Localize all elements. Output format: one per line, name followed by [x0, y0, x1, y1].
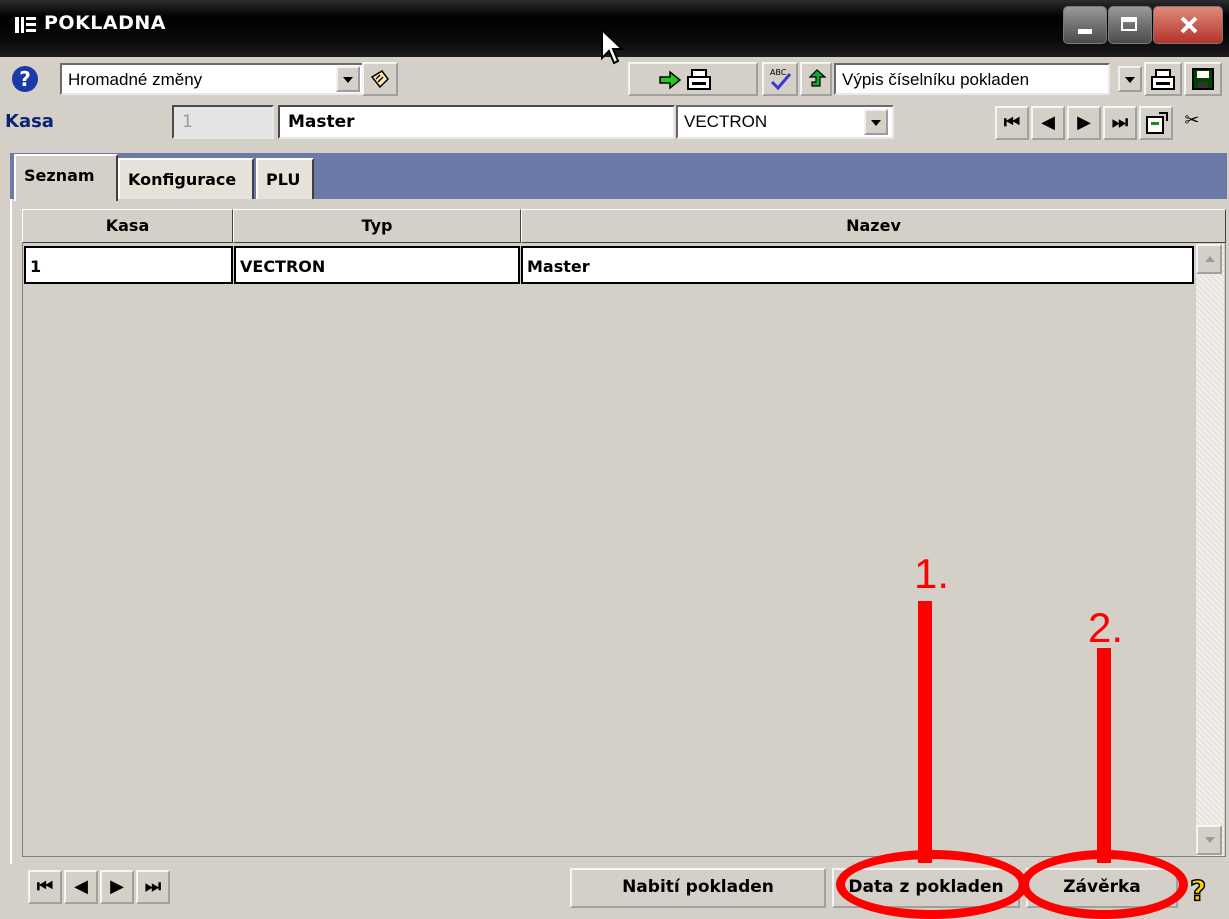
prev-record-icon: ◀: [1041, 112, 1055, 133]
bottom-nav-last-button[interactable]: ⏭: [136, 870, 170, 904]
prev-record-icon: ◀: [74, 876, 88, 897]
spellcheck-button[interactable]: ABC: [762, 62, 798, 96]
svg-text:ABC: ABC: [770, 68, 787, 77]
next-record-icon: ▶: [1077, 112, 1091, 133]
kasa-label: Kasa: [5, 111, 54, 132]
refresh-button[interactable]: [800, 62, 832, 96]
last-record-icon: ⏭: [144, 876, 162, 897]
pokladna-window: POKLADNA ? Hromadné změny ABC Výpis číse…: [0, 0, 1229, 919]
nav-last-button[interactable]: ⏭: [1103, 106, 1137, 140]
annotation-circle-data-button: [836, 850, 1028, 919]
scissors-icon: ✂: [1184, 110, 1200, 131]
printer-icon: [1151, 69, 1175, 90]
nav-next-button[interactable]: ▶: [1067, 106, 1101, 140]
tab-seznam[interactable]: Seznam: [14, 154, 118, 201]
bottom-nav-prev-button[interactable]: ◀: [64, 870, 98, 904]
edit-record-icon: [1146, 112, 1168, 134]
report-select-dropdown-icon[interactable]: [1118, 66, 1142, 92]
scroll-down-icon: [1205, 837, 1215, 843]
annotation-marker-1: 1.: [914, 550, 950, 597]
export-button[interactable]: [628, 62, 758, 96]
report-select[interactable]: Výpis číselníku pokladen: [834, 63, 1110, 95]
spellcheck-icon: ABC: [770, 68, 792, 91]
scroll-up-icon: [1205, 256, 1215, 262]
table-cell-nazev[interactable]: Master: [521, 246, 1194, 284]
edit-action-button[interactable]: [362, 62, 398, 96]
first-record-icon: ⏮: [1003, 112, 1021, 133]
load-registers-button[interactable]: Nabití pokladen: [570, 868, 826, 908]
bottom-nav-first-button[interactable]: ⏮: [28, 870, 62, 904]
action-select-dropdown-icon[interactable]: [336, 66, 360, 92]
annotation-marker-2: 2.: [1088, 604, 1124, 651]
print-button[interactable]: [1144, 62, 1182, 96]
floppy-disk-icon: [1192, 68, 1214, 90]
kasa-name-field[interactable]: Master: [278, 105, 675, 139]
maximize-icon: [1121, 17, 1137, 31]
last-record-icon: ⏭: [1111, 112, 1129, 133]
vertical-scrollbar[interactable]: [1195, 244, 1224, 856]
tab-konfigurace[interactable]: Konfigurace: [118, 158, 254, 200]
close-button[interactable]: [1153, 6, 1223, 44]
main-toolbar: ? Hromadné změny ABC Výpis číselníku pok…: [8, 60, 1226, 98]
minimize-button[interactable]: [1063, 6, 1107, 44]
kasa-type-select[interactable]: VECTRON: [676, 105, 894, 139]
annotation-circle-closing-button: [1020, 850, 1188, 919]
kasa-type-dropdown-icon[interactable]: [864, 109, 888, 135]
delete-record-button[interactable]: ✂: [1175, 106, 1209, 140]
export-arrow-icon: [659, 70, 682, 90]
save-button[interactable]: [1184, 62, 1222, 96]
table-cell-kasa[interactable]: 1: [24, 246, 233, 284]
hand-pointer-icon: [370, 70, 389, 89]
action-select[interactable]: Hromadné změny: [60, 63, 372, 95]
column-header-typ[interactable]: Typ: [233, 209, 521, 243]
column-header-kasa[interactable]: Kasa: [22, 209, 233, 243]
close-icon: [1180, 16, 1198, 34]
minimize-icon: [1078, 29, 1092, 34]
printer-icon: [687, 69, 711, 90]
bottom-nav-next-button[interactable]: ▶: [100, 870, 134, 904]
svg-text:?: ?: [1190, 874, 1206, 907]
kasa-number-field: 1: [172, 105, 274, 139]
refresh-arrow-icon: [808, 69, 827, 87]
table-cell-typ[interactable]: VECTRON: [234, 246, 520, 284]
window-title: POKLADNA: [44, 12, 166, 34]
first-record-icon: ⏮: [36, 876, 54, 897]
kasa-table: [22, 209, 1226, 857]
column-header-nazev[interactable]: Nazev: [521, 209, 1226, 243]
app-icon: [14, 14, 38, 40]
nav-prev-button[interactable]: ◀: [1031, 106, 1065, 140]
annotation-line-1: [918, 601, 932, 863]
nav-first-button[interactable]: ⏮: [995, 106, 1029, 140]
scroll-down-button[interactable]: [1196, 825, 1222, 855]
annotation-line-2: [1097, 648, 1111, 863]
help-icon[interactable]: ?: [12, 66, 38, 92]
tab-plu[interactable]: PLU: [256, 158, 314, 200]
next-record-icon: ▶: [110, 876, 124, 897]
help-question-icon[interactable]: ?: [1184, 872, 1220, 908]
scroll-up-button[interactable]: [1196, 244, 1222, 274]
maximize-button[interactable]: [1108, 6, 1152, 44]
edit-record-button[interactable]: [1139, 106, 1173, 140]
record-row: Kasa 1 Master VECTRON ⏮ ◀ ▶ ⏭ ✂: [0, 101, 1229, 143]
